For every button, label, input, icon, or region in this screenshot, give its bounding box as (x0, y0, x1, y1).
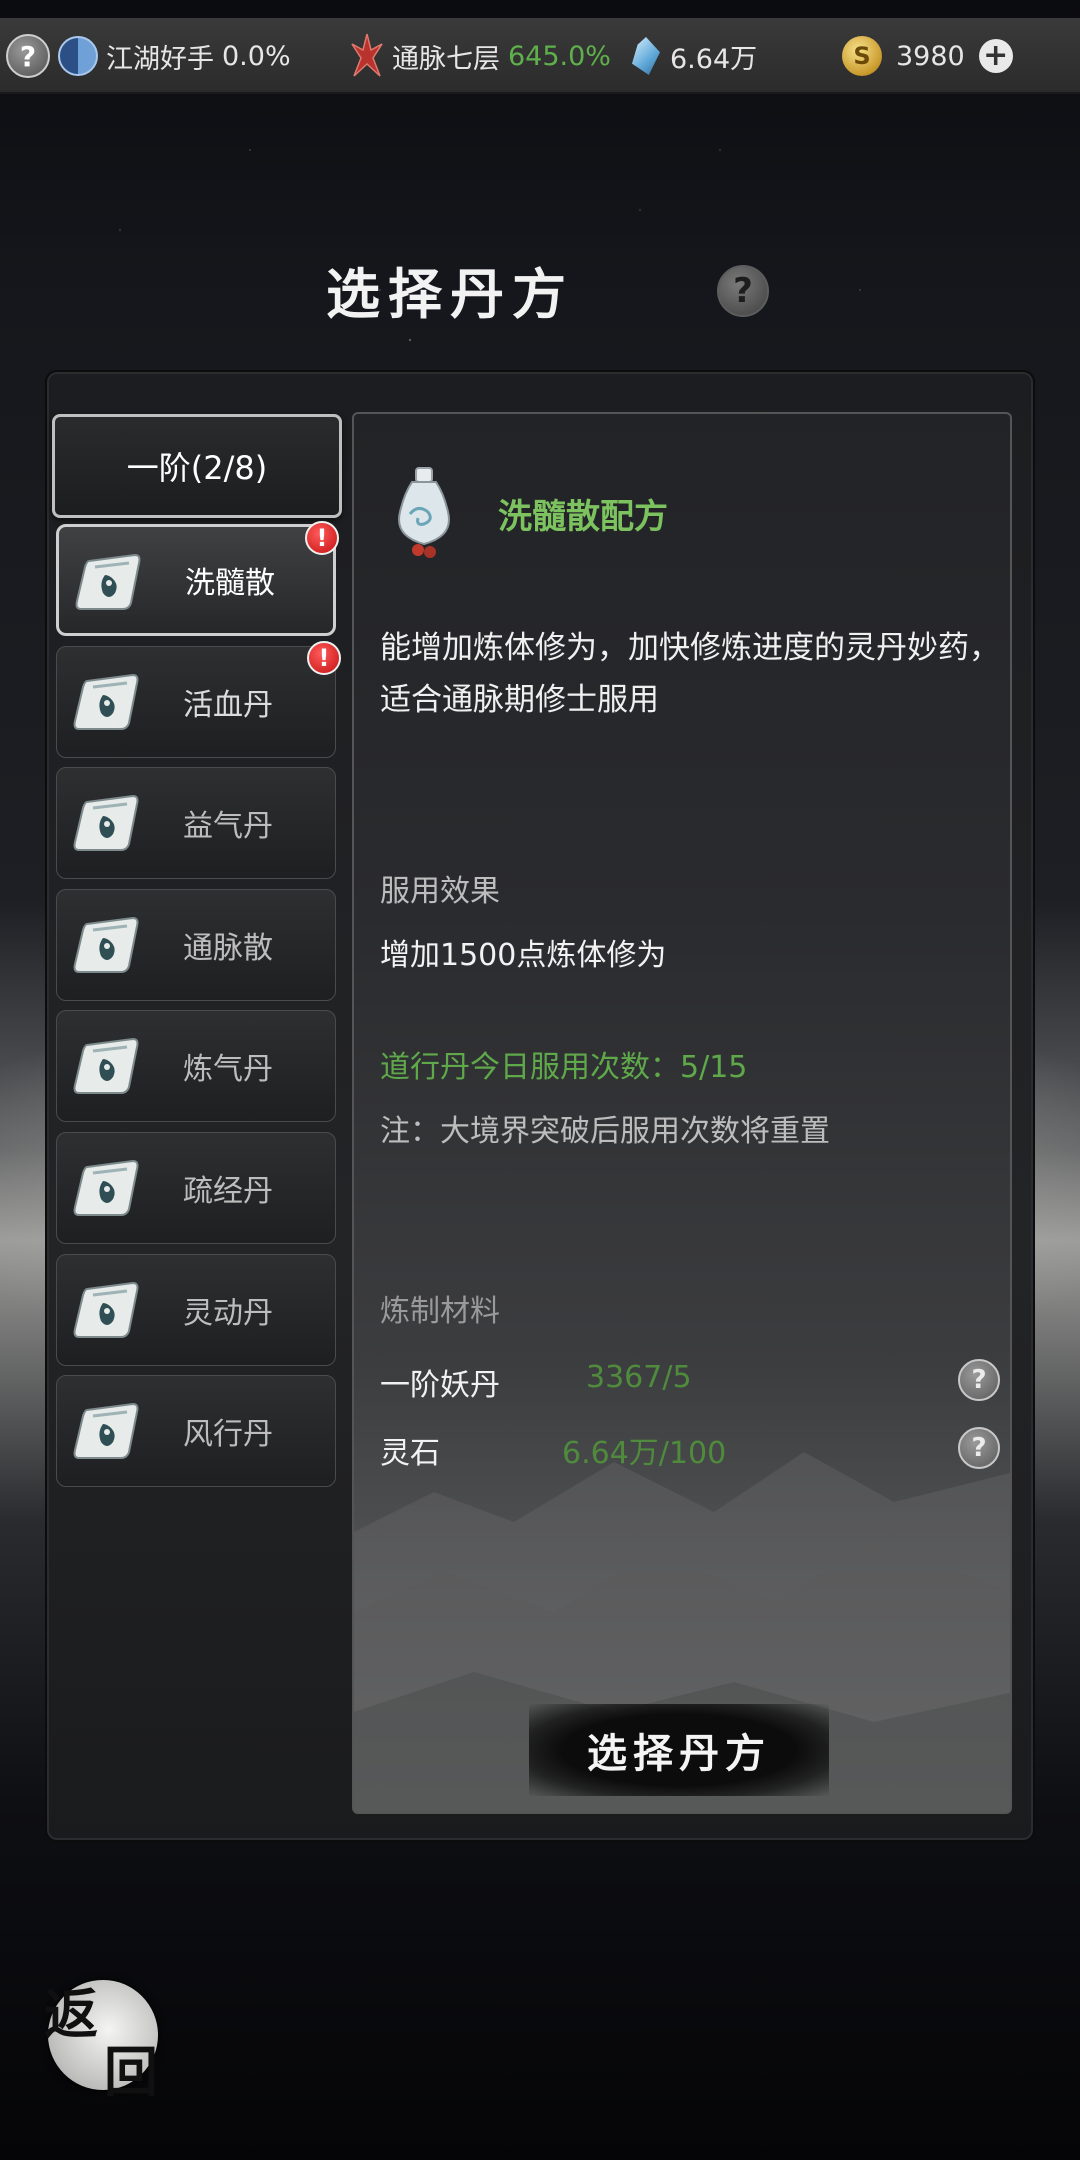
recipe-item[interactable]: 炼气丹 (56, 1010, 336, 1122)
recipe-item[interactable]: 通脉散 (56, 889, 336, 1001)
recipe-item[interactable]: 风行丹 (56, 1375, 336, 1487)
recipe-title: 洗髓散配方 (498, 497, 668, 537)
reset-note: 注：大境界突破后服用次数将重置 (380, 1114, 830, 1149)
materials-heading: 炼制材料 (380, 1294, 500, 1329)
coin-count: 3980 (896, 40, 965, 72)
realm-label: 通脉七层 (392, 43, 500, 75)
tier-header[interactable]: 一阶(2/8) (52, 414, 342, 518)
recipe-label: 灵动丹 (183, 1296, 273, 1331)
material-value: 6.64万/100 (562, 1436, 727, 1471)
recipe-label: 洗髓散 (185, 566, 275, 601)
recipe-label: 通脉散 (183, 931, 273, 966)
recipe-item[interactable]: 活血丹! (56, 641, 341, 758)
select-recipe-button[interactable]: 选择丹方 (529, 1704, 829, 1796)
screen: ? 江湖好手 0.0% 通脉七层 645.0% 6.64万 S 3980 + 选… (0, 0, 1080, 2160)
realm-icon (351, 33, 383, 77)
pill-vase-icon (398, 467, 450, 558)
rank-status[interactable]: 江湖好手 0.0% (58, 18, 291, 94)
recipe-label: 活血丹 (183, 688, 273, 723)
recipe-label: 炼气丹 (183, 1052, 273, 1087)
realm-status[interactable]: 通脉七层 645.0% (350, 18, 611, 94)
plus-icon[interactable]: + (978, 39, 1013, 73)
rank-percent: 0.0% (222, 40, 291, 72)
recipe-label: 益气丹 (183, 809, 273, 844)
alert-badge-icon: ! (307, 641, 341, 675)
recipe-item[interactable]: 灵动丹 (56, 1254, 336, 1366)
scroll-icon (75, 553, 145, 611)
recipe-item[interactable]: 益气丹 (56, 767, 336, 879)
material-help-icon[interactable]: ? (958, 1359, 1000, 1401)
recipe-item[interactable]: 洗髓散! (56, 521, 339, 636)
page-title: 选择丹方 (326, 262, 574, 326)
taiji-icon (58, 36, 98, 76)
help-icon: ? (6, 34, 50, 78)
top-status-bar: ? 江湖好手 0.0% 通脉七层 645.0% 6.64万 S 3980 + (0, 18, 1080, 94)
effect-heading: 服用效果 (380, 874, 500, 909)
alert-badge-icon: ! (305, 521, 339, 555)
effect-text: 增加1500点炼体修为 (380, 938, 667, 973)
material-name: 灵石 (380, 1436, 440, 1471)
material-help-icon[interactable]: ? (958, 1427, 1000, 1469)
coin-icon: S (842, 36, 882, 76)
material-value: 3367/5 (586, 1360, 692, 1395)
scroll-icon (73, 1037, 143, 1095)
recipe-description: 能增加炼体修为，加快修炼进度的灵丹妙药，适合通脉期修士服用 (380, 630, 1000, 718)
title-help-icon[interactable]: ? (717, 265, 769, 317)
spirit-stone-status[interactable]: 6.64万 (632, 18, 757, 94)
scroll-icon (73, 916, 143, 974)
scroll-icon (73, 794, 143, 852)
realm-percent: 645.0% (508, 40, 611, 72)
back-button[interactable]: 返 回 (38, 1970, 168, 2104)
crystal-icon (632, 37, 660, 75)
scroll-icon (73, 1402, 143, 1460)
scroll-icon (73, 1159, 143, 1217)
daily-uses: 道行丹今日服用次数：5/15 (380, 1050, 748, 1085)
coin-status[interactable]: S 3980 + (842, 18, 1013, 94)
help-button[interactable]: ? (6, 18, 50, 94)
rank-label: 江湖好手 (106, 43, 214, 75)
recipe-label: 风行丹 (183, 1417, 273, 1452)
back-label-char2: 回 (104, 2040, 158, 2104)
recipe-item[interactable]: 疏经丹 (56, 1132, 336, 1244)
spirit-stone-count: 6.64万 (670, 43, 758, 75)
tier-label: 一阶(2/8) (126, 449, 268, 487)
back-label-char1: 返 (44, 1982, 98, 2046)
scroll-icon (73, 673, 143, 731)
scroll-icon (73, 1281, 143, 1339)
recipe-label: 疏经丹 (183, 1174, 273, 1209)
recipe-detail: 洗髓散配方 能增加炼体修为，加快修炼进度的灵丹妙药，适合通脉期修士服用 服用效果… (352, 412, 1012, 1814)
material-name: 一阶妖丹 (380, 1368, 500, 1403)
